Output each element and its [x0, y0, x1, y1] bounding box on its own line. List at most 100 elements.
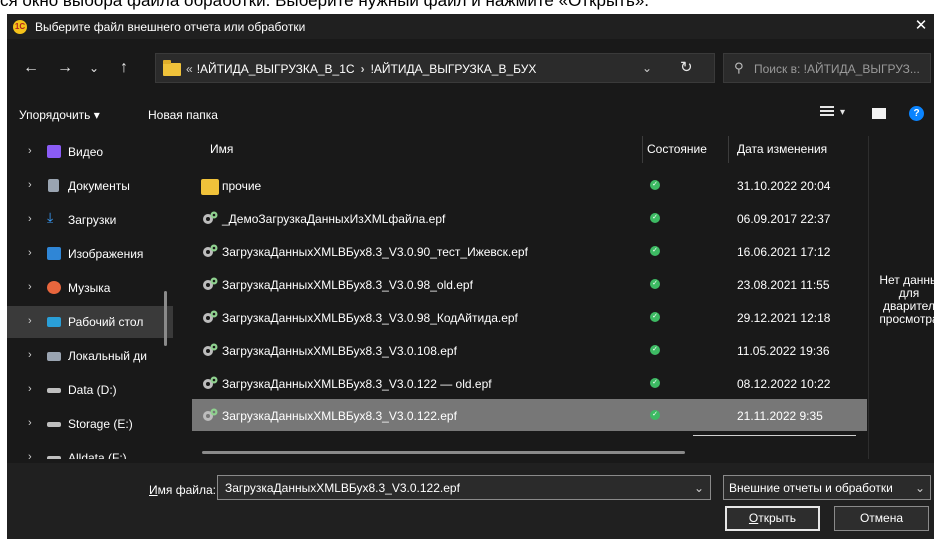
- new-folder-button[interactable]: Новая папка: [148, 108, 218, 122]
- file-date: 29.12.2021 12:18: [737, 311, 831, 325]
- preview-line: просмотра: [879, 312, 934, 326]
- filename-dropdown-icon[interactable]: ⌄: [694, 481, 704, 495]
- nav-item-label: Загрузки: [68, 213, 117, 227]
- file-date: 21.11.2022 9:35: [737, 409, 823, 423]
- synced-check-icon: ✓: [650, 180, 660, 190]
- epf-gear-icon: [201, 407, 219, 423]
- expand-chevron-icon[interactable]: ›: [28, 179, 32, 191]
- file-row[interactable]: прочие ✓ 31.10.2022 20:04: [188, 169, 868, 201]
- column-header-status[interactable]: Состояние: [647, 142, 707, 156]
- nav-scrollbar[interactable]: [164, 291, 167, 346]
- file-date: 11.05.2022 19:36: [737, 344, 830, 358]
- pictures-icon: [47, 247, 61, 260]
- refresh-icon[interactable]: ↻: [680, 58, 693, 76]
- address-bar[interactable]: « !АЙТИДА_ВЫГРУЗКА_В_1С › !АЙТИДА_ВЫГРУЗКА_…: [155, 53, 715, 83]
- download-icon: ⤓: [47, 209, 54, 225]
- file-date: 06.09.2017 22:37: [737, 212, 831, 226]
- nav-item-drive-d[interactable]: › Data (D:): [7, 374, 173, 406]
- expand-chevron-icon[interactable]: ›: [28, 451, 32, 459]
- column-header-name[interactable]: Имя: [210, 142, 233, 156]
- file-list: ^ Имя Состояние Дата изменения прочие ✓ …: [188, 136, 868, 459]
- nav-item-label: Документы: [68, 179, 130, 193]
- organize-button[interactable]: Упорядочить ▾: [19, 108, 100, 122]
- back-arrow-icon[interactable]: ←: [20, 57, 42, 79]
- close-icon[interactable]: ✕: [912, 16, 930, 36]
- dialog-title: Выберите файл внешнего отчета или обрабо…: [35, 20, 306, 34]
- nav-item-drive-f[interactable]: › Alldata (F:): [7, 442, 173, 459]
- file-type-value: Внешние отчеты и обработки: [729, 481, 893, 495]
- column-divider[interactable]: [642, 136, 643, 163]
- preview-pane-icon[interactable]: [872, 108, 886, 119]
- address-dropdown-icon[interactable]: ⌄: [642, 61, 652, 75]
- expand-chevron-icon[interactable]: ›: [28, 213, 32, 225]
- column-header-row: ^ Имя Состояние Дата изменения: [188, 136, 868, 163]
- synced-check-icon: ✓: [650, 378, 660, 388]
- file-name: ЗагрузкаДанныхXMLВБух8.3_V3.0.98_old.epf: [222, 278, 473, 292]
- view-options-icon[interactable]: [820, 106, 834, 120]
- recent-chevron-icon[interactable]: ⌄: [83, 57, 105, 79]
- open-accesskey: О: [748, 511, 759, 525]
- help-icon[interactable]: ?: [909, 106, 924, 121]
- forward-arrow-icon[interactable]: →: [54, 57, 76, 79]
- drive-icon: [47, 456, 61, 459]
- filename-label-text: мя файла:: [157, 483, 216, 497]
- expand-chevron-icon[interactable]: ›: [28, 349, 32, 361]
- column-divider[interactable]: [728, 136, 729, 163]
- 1c-logo-icon: 1C: [13, 20, 27, 34]
- divider-line: [693, 435, 856, 436]
- file-row-selected[interactable]: ЗагрузкаДанныхXMLВБух8.3_V3.0.122.epf ✓ …: [192, 399, 867, 431]
- breadcrumb-overflow[interactable]: «: [186, 62, 193, 76]
- file-row[interactable]: ЗагрузкаДанныхXMLВБух8.3_V3.0.108.epf ✓ …: [188, 334, 868, 366]
- breadcrumb-item[interactable]: !АЙТИДА_ВЫГРУЗКА_В_БУХ: [371, 62, 537, 76]
- synced-check-icon: ✓: [650, 312, 660, 322]
- video-icon: [47, 145, 61, 158]
- expand-chevron-icon[interactable]: ›: [28, 383, 32, 395]
- file-date: 23.08.2021 11:55: [737, 278, 830, 292]
- expand-chevron-icon[interactable]: ›: [28, 315, 32, 327]
- view-dropdown-icon[interactable]: ▾: [840, 107, 845, 118]
- cancel-button[interactable]: Отмена: [834, 506, 929, 531]
- file-date: 31.10.2022 20:04: [737, 179, 831, 193]
- up-arrow-icon[interactable]: ↑: [113, 57, 135, 79]
- file-row[interactable]: ЗагрузкаДанныхXMLВБух8.3_V3.0.90_тест_Иж…: [188, 235, 868, 267]
- expand-chevron-icon[interactable]: ›: [28, 417, 32, 429]
- document-icon: [48, 179, 59, 192]
- music-icon: [47, 281, 61, 294]
- nav-item-drive-e[interactable]: › Storage (E:): [7, 408, 173, 440]
- file-row[interactable]: ЗагрузкаДанныхXMLВБух8.3_V3.0.98_old.epf…: [188, 268, 868, 300]
- search-box[interactable]: ⚲ Поиск в: !АЙТИДА_ВЫГРУЗ...: [723, 53, 931, 83]
- breadcrumb-separator-icon[interactable]: ›: [361, 62, 365, 76]
- nav-item-local-disk[interactable]: › Локальный ди: [7, 340, 173, 372]
- nav-item-video[interactable]: › Видео: [7, 136, 173, 168]
- expand-chevron-icon[interactable]: ›: [28, 247, 32, 259]
- column-header-date[interactable]: Дата изменения: [737, 142, 827, 156]
- nav-item-pictures[interactable]: › Изображения: [7, 238, 173, 270]
- epf-gear-icon: [201, 276, 219, 292]
- command-bar: Упорядочить ▾ Новая папка ▾ ?: [7, 102, 934, 128]
- file-row[interactable]: _ДемоЗагрузкаДанныхИзXMLфайла.epf ✓ 06.0…: [188, 202, 868, 234]
- filename-input[interactable]: ЗагрузкаДанныхXMLВБух8.3_V3.0.122.epf ⌄: [217, 475, 711, 500]
- nav-item-label: Видео: [68, 145, 104, 159]
- horizontal-scrollbar[interactable]: [202, 451, 685, 454]
- desktop-icon: [47, 317, 61, 327]
- nav-item-music[interactable]: › Музыка: [7, 272, 173, 304]
- breadcrumb-item[interactable]: !АЙТИДА_ВЫГРУЗКА_В_1С: [197, 62, 355, 76]
- filter-dropdown-icon[interactable]: ⌄: [915, 481, 925, 495]
- nav-item-documents[interactable]: › Документы: [7, 170, 173, 202]
- folder-icon: [163, 60, 181, 76]
- title-bar: 1C Выберите файл внешнего отчета или обр…: [7, 14, 934, 39]
- nav-item-label: Data (D:): [68, 383, 117, 397]
- expand-chevron-icon[interactable]: ›: [28, 145, 32, 157]
- file-type-filter[interactable]: Внешние отчеты и обработки ⌄: [723, 475, 931, 500]
- file-name: прочие: [222, 179, 262, 193]
- open-button[interactable]: Открыть: [725, 506, 820, 531]
- nav-item-desktop[interactable]: › Рабочий стол: [7, 306, 173, 338]
- nav-item-downloads[interactable]: › ⤓ Загрузки: [7, 204, 173, 236]
- file-row[interactable]: ЗагрузкаДанныхXMLВБух8.3_V3.0.98_КодАйти…: [188, 301, 868, 333]
- file-row[interactable]: ЗагрузкаДанныхXMLВБух8.3_V3.0.122 — old.…: [188, 367, 868, 399]
- file-name: ЗагрузкаДанныхXMLВБух8.3_V3.0.98_КодАйти…: [222, 311, 518, 325]
- preview-message: Нет данны для дварител просмотра: [874, 274, 934, 326]
- navigation-row: ← → ⌄ ↑ « !АЙТИДА_ВЫГРУЗКА_В_1С › !АЙТИДА_В…: [7, 49, 934, 87]
- filename-value: ЗагрузкаДанныхXMLВБух8.3_V3.0.122.epf: [225, 481, 460, 495]
- expand-chevron-icon[interactable]: ›: [28, 281, 32, 293]
